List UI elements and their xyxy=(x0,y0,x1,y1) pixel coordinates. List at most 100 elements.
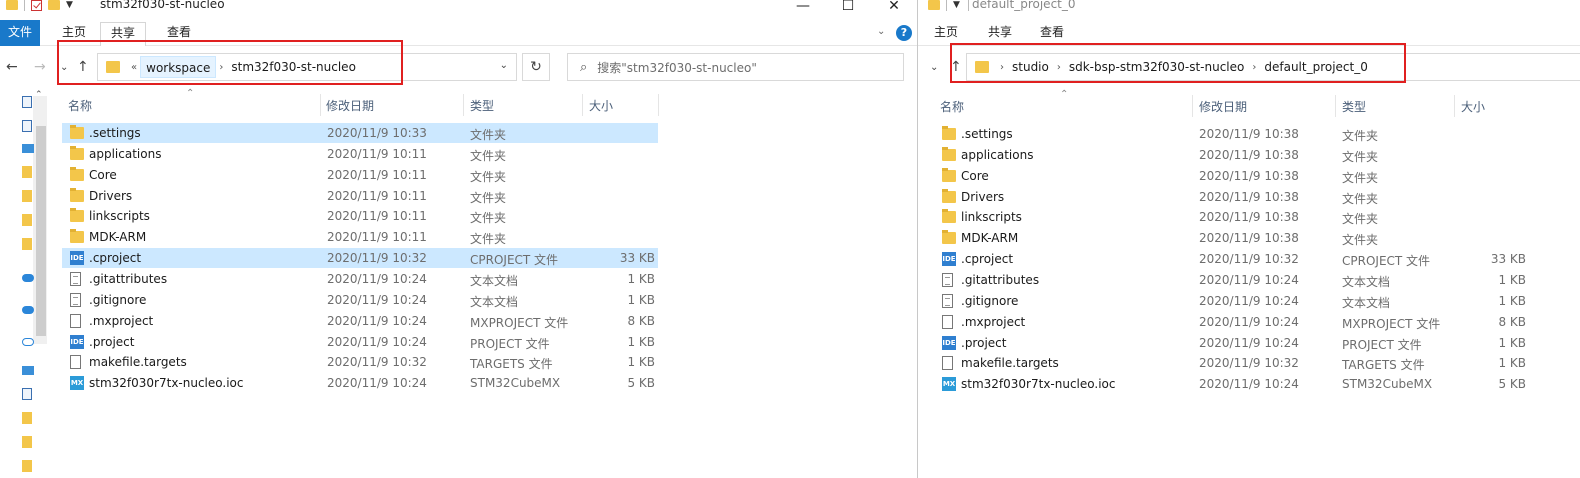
column-header-type[interactable]: 类型 xyxy=(470,97,494,114)
close-button[interactable]: ✕ xyxy=(884,0,904,14)
column-header-size[interactable]: 大小 xyxy=(1461,98,1485,115)
onedrive-icon[interactable] xyxy=(22,306,34,314)
cloud-outline-icon[interactable] xyxy=(22,338,34,346)
address-bar[interactable]: « workspace › stm32f030-st-nucleo ⌄ xyxy=(97,53,517,81)
document-icon[interactable] xyxy=(22,388,32,400)
file-row[interactable]: IDE .project 2020/11/9 10:24 PROJECT 文件 1 KB xyxy=(62,332,658,352)
file-row[interactable]: Core 2020/11/9 10:38 文件夹 xyxy=(936,166,1548,186)
file-row[interactable]: .gitignore 2020/11/9 10:24 文本文档 1 KB xyxy=(936,291,1548,311)
column-header-size[interactable]: 大小 xyxy=(589,97,613,114)
column-divider[interactable] xyxy=(582,94,583,116)
onedrive-icon[interactable] xyxy=(22,274,34,282)
file-row[interactable]: makefile.targets 2020/11/9 10:32 TARGETS 文… xyxy=(936,353,1548,373)
file-type: STM32CubeMX xyxy=(1342,377,1433,392)
column-divider[interactable] xyxy=(1192,95,1193,117)
file-row[interactable]: .settings 2020/11/9 10:38 文件夹 xyxy=(936,124,1548,144)
chevron-down-icon[interactable]: ⌄ xyxy=(500,60,508,71)
document-icon[interactable] xyxy=(22,96,32,108)
column-divider[interactable] xyxy=(1335,95,1336,117)
file-row[interactable]: linkscripts 2020/11/9 10:38 文件夹 xyxy=(936,207,1548,227)
toolbar-divider xyxy=(967,0,969,11)
file-row[interactable]: applications 2020/11/9 10:38 文件夹 xyxy=(936,145,1548,165)
file-row[interactable]: MX stm32f030r7tx-nucleo.ioc 2020/11/9 10:2… xyxy=(936,374,1548,394)
minimize-button[interactable]: — xyxy=(793,0,813,14)
breadcrumb-item[interactable]: default_project_0 xyxy=(1259,56,1373,78)
breadcrumb-separator-icon[interactable]: › xyxy=(1249,62,1259,73)
recent-dropdown-icon[interactable]: ⌄ xyxy=(930,62,938,73)
folder-icon[interactable] xyxy=(22,214,32,226)
column-header-modified[interactable]: 修改日期 xyxy=(1199,98,1247,115)
file-row[interactable]: .gitattributes 2020/11/9 10:24 文本文档 1 KB xyxy=(62,269,658,289)
refresh-icon[interactable]: ↻ xyxy=(522,53,550,81)
back-arrow-icon[interactable]: ← xyxy=(6,59,18,75)
folder-icon[interactable] xyxy=(22,166,32,178)
file-row[interactable]: .settings 2020/11/9 10:33 文件夹 xyxy=(62,123,658,143)
file-row[interactable]: Drivers 2020/11/9 10:38 文件夹 xyxy=(936,187,1548,207)
forward-arrow-icon[interactable]: → xyxy=(34,59,46,75)
file-row[interactable]: IDE .cproject 2020/11/9 10:32 CPROJECT 文件 33… xyxy=(62,248,658,269)
folder-icon[interactable] xyxy=(22,190,32,202)
file-row[interactable]: IDE .cproject 2020/11/9 10:32 CPROJECT 文件 33… xyxy=(936,249,1548,269)
computer-icon[interactable] xyxy=(22,144,34,153)
column-divider[interactable] xyxy=(658,94,659,116)
search-box[interactable]: ⌕ 搜索"stm32f030-st-nucleo" xyxy=(567,53,904,81)
file-type: STM32CubeMX xyxy=(470,376,561,391)
file-row[interactable]: MDK-ARM 2020/11/9 10:38 文件夹 xyxy=(936,228,1548,248)
file-row[interactable]: .mxproject 2020/11/9 10:24 MXPROJECT 文件 8 K… xyxy=(936,312,1548,332)
breadcrumb-overflow[interactable]: « xyxy=(128,62,140,73)
up-arrow-icon[interactable]: ↑ xyxy=(77,59,89,75)
folder-icon xyxy=(70,229,84,244)
properties-check-icon[interactable] xyxy=(31,0,42,11)
tab-home[interactable]: 主页 xyxy=(58,25,90,45)
file-row[interactable]: .mxproject 2020/11/9 10:24 MXPROJECT 文件 8 K… xyxy=(62,311,658,331)
address-bar[interactable]: › studio › sdk-bsp-stm32f030-st-nucleo ›… xyxy=(966,53,1580,81)
chevron-down-icon[interactable]: ⌄ xyxy=(877,26,885,37)
customize-dropdown-icon[interactable]: ▼ xyxy=(66,0,73,10)
file-row[interactable]: .gitignore 2020/11/9 10:24 文本文档 1 KB xyxy=(62,290,658,310)
breadcrumb-item[interactable]: workspace xyxy=(140,56,217,78)
tab-view[interactable]: 查看 xyxy=(163,25,195,45)
customize-dropdown-icon[interactable]: ▼ xyxy=(953,0,960,10)
breadcrumb-separator-icon[interactable]: › xyxy=(216,62,226,73)
column-divider[interactable] xyxy=(320,94,321,116)
file-row[interactable]: Core 2020/11/9 10:11 文件夹 xyxy=(62,165,658,185)
tab-file[interactable]: 文件 xyxy=(0,20,41,46)
breadcrumb-item[interactable]: stm32f030-st-nucleo xyxy=(226,56,361,78)
folder-icon[interactable] xyxy=(22,238,32,250)
document-icon[interactable] xyxy=(22,120,32,132)
this-pc-icon[interactable] xyxy=(22,366,34,375)
breadcrumb-separator-icon[interactable]: › xyxy=(997,62,1007,73)
tab-share[interactable]: 共享 xyxy=(984,25,1016,45)
file-row[interactable]: MDK-ARM 2020/11/9 10:11 文件夹 xyxy=(62,227,658,247)
tab-home[interactable]: 主页 xyxy=(930,25,962,45)
file-row[interactable]: makefile.targets 2020/11/9 10:32 TARGETS 文… xyxy=(62,352,658,372)
recent-dropdown-icon[interactable]: ⌄ xyxy=(60,62,68,73)
tab-share[interactable]: 共享 xyxy=(100,22,147,46)
new-folder-icon[interactable] xyxy=(48,0,60,10)
up-arrow-icon[interactable]: ↑ xyxy=(950,59,962,75)
column-header-type[interactable]: 类型 xyxy=(1342,98,1366,115)
scrollbar-thumb[interactable] xyxy=(36,126,46,336)
column-divider[interactable] xyxy=(1454,95,1455,117)
column-divider[interactable] xyxy=(463,94,464,116)
column-header-name[interactable]: 名称 xyxy=(940,98,964,115)
help-icon[interactable]: ? xyxy=(896,25,912,41)
file-row[interactable]: MX stm32f030r7tx-nucleo.ioc 2020/11/9 10:2… xyxy=(62,373,658,393)
folder-icon[interactable] xyxy=(22,436,32,448)
folder-icon[interactable] xyxy=(22,460,32,472)
column-header-modified[interactable]: 修改日期 xyxy=(326,97,374,114)
file-row[interactable]: IDE .project 2020/11/9 10:24 PROJECT 文件 1 KB xyxy=(936,333,1548,353)
tab-view[interactable]: 查看 xyxy=(1036,25,1068,45)
file-modified: 2020/11/9 10:24 xyxy=(1199,293,1299,308)
breadcrumb-separator-icon[interactable]: › xyxy=(1054,62,1064,73)
file-row[interactable]: applications 2020/11/9 10:11 文件夹 xyxy=(62,144,658,164)
folder-icon xyxy=(70,166,84,181)
file-row[interactable]: Drivers 2020/11/9 10:11 文件夹 xyxy=(62,186,658,206)
breadcrumb-item[interactable]: studio xyxy=(1007,56,1054,78)
column-header-name[interactable]: 名称 xyxy=(68,97,92,114)
breadcrumb-item[interactable]: sdk-bsp-stm32f030-st-nucleo xyxy=(1064,56,1250,78)
file-row[interactable]: linkscripts 2020/11/9 10:11 文件夹 xyxy=(62,206,658,226)
folder-icon[interactable] xyxy=(22,412,32,424)
file-row[interactable]: .gitattributes 2020/11/9 10:24 文本文档 1 KB xyxy=(936,270,1548,290)
maximize-button[interactable]: ☐ xyxy=(838,0,858,14)
